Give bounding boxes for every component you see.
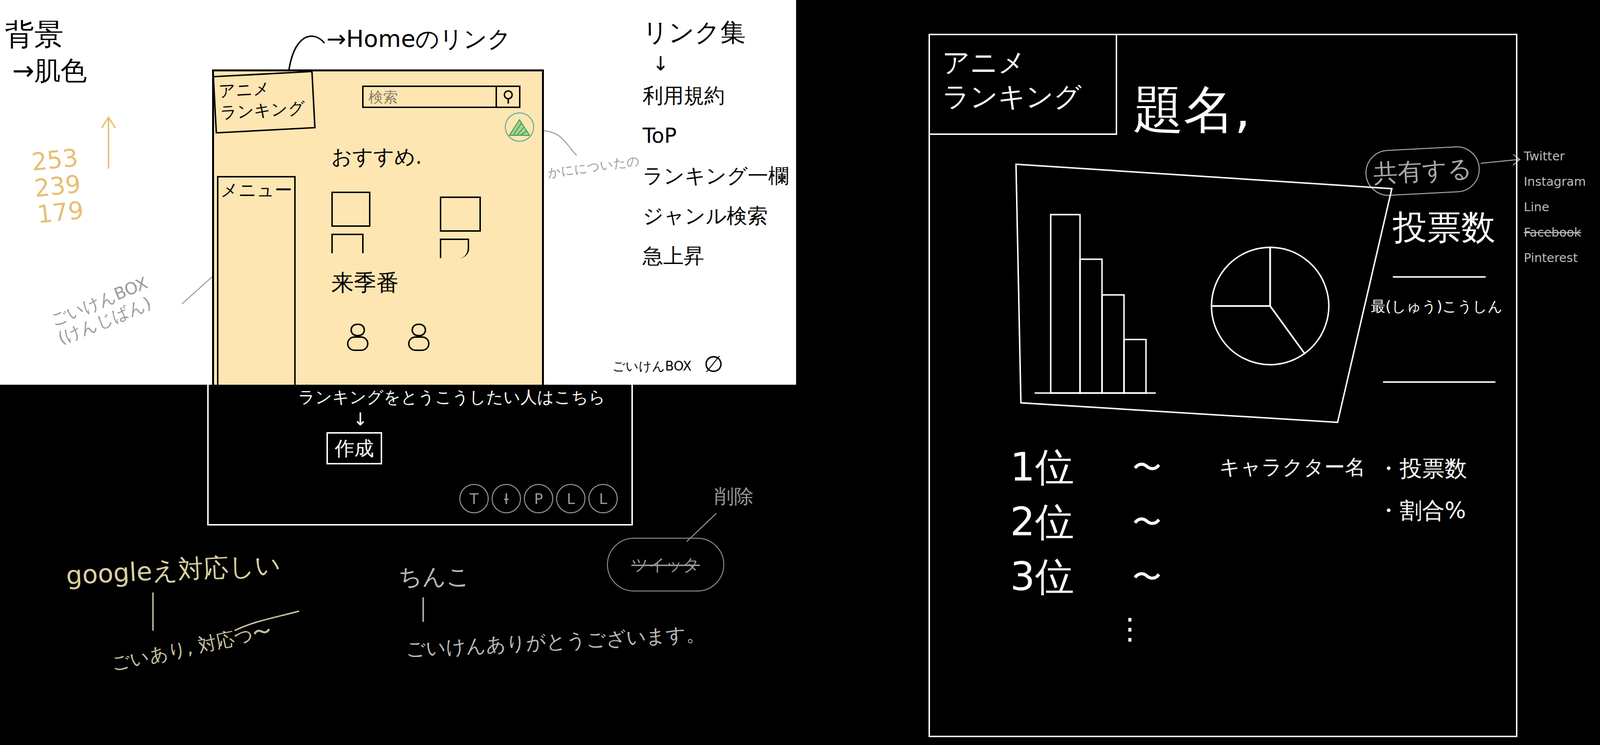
item-body	[346, 336, 369, 351]
ranking-list: 1位〜キャラクター名2位〜3位〜⋮	[1010, 439, 1366, 644]
link-item[interactable]: 急上昇	[642, 243, 789, 269]
rgb-note: 253 239 179	[30, 144, 86, 228]
more-ranks: ⋮	[1010, 604, 1366, 644]
site-logo[interactable]: アニメ ランキング	[212, 70, 316, 134]
upcoming-item[interactable]	[346, 323, 369, 351]
chart-bar	[1124, 339, 1146, 394]
login-icon[interactable]	[504, 112, 535, 142]
link-item[interactable]: ToP	[642, 123, 789, 149]
delete-note: 削除	[714, 486, 754, 506]
card-caption	[439, 238, 470, 259]
votes-label: 投票数	[1392, 210, 1496, 245]
rgb-value: 239	[32, 170, 83, 202]
site-logo[interactable]: アニメ ランキング	[928, 33, 1118, 135]
background-color-note: →肌色	[12, 57, 87, 85]
menu-sidebar: メニュー	[216, 175, 296, 385]
rank-label: 3位	[1010, 557, 1133, 597]
feedback-mark: ∅	[703, 352, 724, 376]
chart-bar	[1050, 214, 1081, 393]
ranking-row[interactable]: 1位〜キャラクター名	[1010, 439, 1366, 495]
comment: googleえ対応しい	[65, 551, 282, 589]
item-body	[408, 336, 430, 351]
recommended-card[interactable]	[439, 196, 481, 259]
search-icon[interactable]	[495, 86, 519, 107]
canvas: 背景 →肌色 253 239 179 ごいけんBOX (けんじばん) →Home…	[0, 0, 1600, 745]
ranking-column: ・割合%	[1377, 498, 1468, 522]
chart-bar	[1102, 294, 1125, 393]
rank-tilde: 〜	[1132, 562, 1220, 592]
chart-bar	[1080, 259, 1103, 393]
feedback-link[interactable]: ごいけんBOX	[612, 356, 692, 376]
create-button[interactable]: 作成	[326, 432, 383, 465]
ranking-title: 題名,	[1132, 84, 1251, 135]
social-icon[interactable]: L	[588, 483, 618, 514]
comment: ごいあり, 対応つ〜	[109, 621, 274, 673]
rank-label: 2位	[1010, 502, 1133, 542]
social-icon[interactable]: P	[523, 483, 554, 514]
rank-tilde: 〜	[1132, 507, 1220, 537]
link-item[interactable]: 利用規約	[642, 83, 789, 109]
ranking-chart	[1015, 163, 1393, 429]
link-list: リンク集 ↓ 利用規約 ToP ランキング一欄ジャンル検索急上昇	[642, 17, 789, 269]
background-note: 背景	[4, 19, 64, 49]
upcoming-item[interactable]	[408, 323, 430, 351]
updated-label: 最(しゅう)こうしん	[1370, 299, 1503, 314]
recommended-card[interactable]	[331, 191, 371, 254]
ranking-page-frame	[928, 33, 1518, 737]
search-input[interactable]	[363, 86, 496, 107]
pie-slice	[1211, 305, 1305, 365]
card-caption	[331, 233, 364, 254]
recommended-title: おすすめ.	[331, 146, 422, 168]
social-links: TIPLL	[459, 483, 618, 514]
pie-slice	[1211, 247, 1271, 306]
share-button[interactable]: 共有する	[1364, 145, 1482, 197]
share-target[interactable]: Line	[1523, 199, 1586, 215]
share-target[interactable]: Instagram	[1523, 174, 1586, 190]
home-link-note: →Homeのリンク	[326, 26, 512, 51]
ranking-column: ・投票数	[1377, 456, 1468, 480]
character-name: キャラクター名	[1219, 456, 1366, 478]
share-target[interactable]: Twitter	[1523, 149, 1586, 164]
link-list-arrow: ↓	[642, 53, 789, 74]
item-head	[411, 323, 427, 337]
pie-slice	[1270, 247, 1329, 354]
comment: ごいけんありがとうございます。	[405, 623, 706, 659]
card-image	[439, 196, 481, 232]
rgb-value: 179	[35, 196, 86, 229]
ranking-row[interactable]: 3位〜	[1010, 549, 1366, 605]
votes-line	[1392, 276, 1486, 278]
post-arrow: ↓	[352, 410, 368, 429]
search-box[interactable]	[362, 85, 521, 109]
removed-item: ツイッタ	[606, 537, 725, 592]
comment: ちんこ	[398, 564, 471, 588]
link-list-title: リンク集	[642, 17, 789, 47]
rgb-value: 253	[30, 144, 80, 176]
updated-line	[1383, 381, 1496, 383]
share-targets: Twitter Instagram Line Facebook Pinterest	[1523, 149, 1586, 266]
share-target[interactable]: Pinterest	[1523, 250, 1586, 266]
removed-label: ツイッタ	[631, 552, 700, 578]
link-item[interactable]: ランキング一欄	[642, 163, 789, 189]
ranking-row[interactable]: 2位〜	[1010, 494, 1366, 550]
chart-axis	[1034, 392, 1156, 394]
social-icon[interactable]: T	[459, 483, 489, 514]
social-icon[interactable]: I	[491, 483, 521, 514]
post-prompt: ランキングをとうこうしたい人はこちら	[298, 388, 606, 406]
rank-tilde: 〜	[1132, 452, 1220, 482]
item-head	[350, 323, 366, 337]
social-icon[interactable]: L	[556, 483, 586, 514]
ranking-columns: ・投票数・割合%	[1377, 456, 1468, 522]
share-target[interactable]: Facebook	[1523, 225, 1586, 240]
link-item[interactable]: ジャンル検索	[642, 203, 789, 229]
menu-title[interactable]: メニュー	[220, 179, 293, 201]
card-image	[331, 191, 371, 227]
rank-label: 1位	[1010, 447, 1133, 487]
upcoming-title: 来季番	[331, 271, 399, 294]
